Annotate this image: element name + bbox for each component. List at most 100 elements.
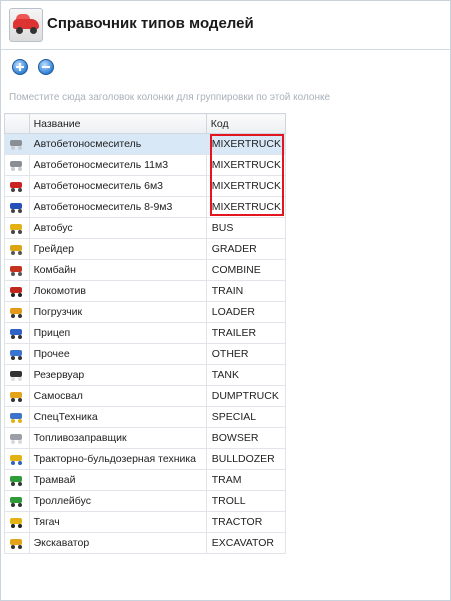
row-code[interactable]: DUMPTRUCK [205,385,287,407]
row-icon-cell [4,238,30,260]
model-types-table: Название Код Автобетоносмеситель MIXERTRU… [4,113,287,554]
toolbar [1,50,450,86]
row-code[interactable]: LOADER [205,301,287,323]
add-button[interactable] [12,59,28,75]
row-name[interactable]: Трамвай [28,469,207,491]
table-row[interactable]: Самосвал DUMPTRUCK [4,385,287,407]
row-code[interactable]: TRAILER [205,322,287,344]
table-row[interactable]: Трамвай TRAM [4,469,287,491]
table-row[interactable]: Резервуар TANK [4,364,287,386]
row-code[interactable]: MIXERTRUCK [205,175,287,197]
row-name[interactable]: Троллейбус [28,490,207,512]
bulldozer-icon [9,453,24,466]
table-row[interactable]: Автобетоносмеситель 8-9м3 MIXERTRUCK [4,196,287,218]
row-code[interactable]: TROLL [205,490,287,512]
row-name[interactable]: Автобетоносмеситель 11м3 [28,154,207,176]
row-name[interactable]: Автобетоносмеситель 6м3 [28,175,207,197]
row-name[interactable]: Топливозаправщик [28,427,207,449]
row-icon-cell [4,301,30,323]
table-row[interactable]: Автобетоносмеситель MIXERTRUCK [4,133,287,155]
combine-icon [9,264,24,277]
table-row[interactable]: Тракторно-бульдозерная техника BULLDOZER [4,448,287,470]
row-icon-cell [4,280,30,302]
row-icon-cell [4,322,30,344]
row-icon-cell [4,469,30,491]
row-name[interactable]: СпецТехника [28,406,207,428]
row-icon-cell [4,217,30,239]
table-row[interactable]: Грейдер GRADER [4,238,287,260]
group-panel-hint: Поместите сюда заголовок колонки для гру… [9,92,331,103]
row-icon-cell [4,259,30,281]
table-row[interactable]: Прицеп TRAILER [4,322,287,344]
app-car-icon [9,8,43,42]
row-code[interactable]: MIXERTRUCK [205,154,287,176]
special-vehicle-icon [9,411,24,424]
row-name[interactable]: Прочее [28,343,207,365]
row-code[interactable]: EXCAVATOR [205,532,287,554]
grader-icon [9,243,24,256]
row-icon-cell [4,511,30,533]
row-name[interactable]: Тягач [28,511,207,533]
dumptruck-icon [9,390,24,403]
row-code[interactable]: OTHER [205,343,287,365]
table-row[interactable]: Локомотив TRAIN [4,280,287,302]
table-row[interactable]: Автобетоносмеситель 6м3 MIXERTRUCK [4,175,287,197]
table-row[interactable]: Погрузчик LOADER [4,301,287,323]
row-code[interactable]: MIXERTRUCK [205,133,287,155]
row-code[interactable]: BOWSER [205,427,287,449]
table-row[interactable]: Троллейбус TROLL [4,490,287,512]
table-row[interactable]: Автобус BUS [4,217,287,239]
row-icon-cell [4,196,30,218]
row-code[interactable]: TRAM [205,469,287,491]
mixer-truck-blue-icon [9,201,24,214]
table-row[interactable]: СпецТехника SPECIAL [4,406,287,428]
row-code[interactable]: TANK [205,364,287,386]
column-header-icon[interactable] [4,113,30,134]
table-row[interactable]: Тягач TRACTOR [4,511,287,533]
column-header-code[interactable]: Код [205,113,287,134]
trailer-icon [9,327,24,340]
row-code[interactable]: MIXERTRUCK [205,196,287,218]
tank-icon [9,369,24,382]
row-code[interactable]: SPECIAL [205,406,287,428]
row-icon-cell [4,364,30,386]
row-name[interactable]: Комбайн [28,259,207,281]
row-name[interactable]: Автобетоносмеситель [28,133,207,155]
row-name[interactable]: Грейдер [28,238,207,260]
table-row[interactable]: Прочее OTHER [4,343,287,365]
tram-icon [9,474,24,487]
row-name[interactable]: Локомотив [28,280,207,302]
row-name[interactable]: Тракторно-бульдозерная техника [28,448,207,470]
row-code[interactable]: TRACTOR [205,511,287,533]
row-icon-cell [4,427,30,449]
remove-button[interactable] [38,59,54,75]
row-name[interactable]: Автобетоносмеситель 8-9м3 [28,196,207,218]
row-code[interactable]: BUS [205,217,287,239]
row-code[interactable]: COMBINE [205,259,287,281]
row-name[interactable]: Экскаватор [28,532,207,554]
group-panel[interactable]: Поместите сюда заголовок колонки для гру… [1,88,450,110]
row-code[interactable]: BULLDOZER [205,448,287,470]
row-icon-cell [4,133,30,155]
row-code[interactable]: GRADER [205,238,287,260]
tractor-icon [9,516,24,529]
table-row[interactable]: Экскаватор EXCAVATOR [4,532,287,554]
window-header: Справочник типов моделей [1,1,450,50]
row-code[interactable]: TRAIN [205,280,287,302]
table-row[interactable]: Автобетоносмеситель 11м3 MIXERTRUCK [4,154,287,176]
table-row[interactable]: Топливозаправщик BOWSER [4,427,287,449]
row-name[interactable]: Резервуар [28,364,207,386]
car-icon [9,348,24,361]
row-name[interactable]: Прицеп [28,322,207,344]
column-header-name[interactable]: Название [28,113,207,134]
table-row[interactable]: Комбайн COMBINE [4,259,287,281]
loader-icon [9,306,24,319]
row-icon-cell [4,406,30,428]
excavator-icon [9,537,24,550]
row-name[interactable]: Автобус [28,217,207,239]
row-name[interactable]: Погрузчик [28,301,207,323]
row-icon-cell [4,490,30,512]
row-name[interactable]: Самосвал [28,385,207,407]
table-header-row: Название Код [4,113,287,134]
row-icon-cell [4,343,30,365]
